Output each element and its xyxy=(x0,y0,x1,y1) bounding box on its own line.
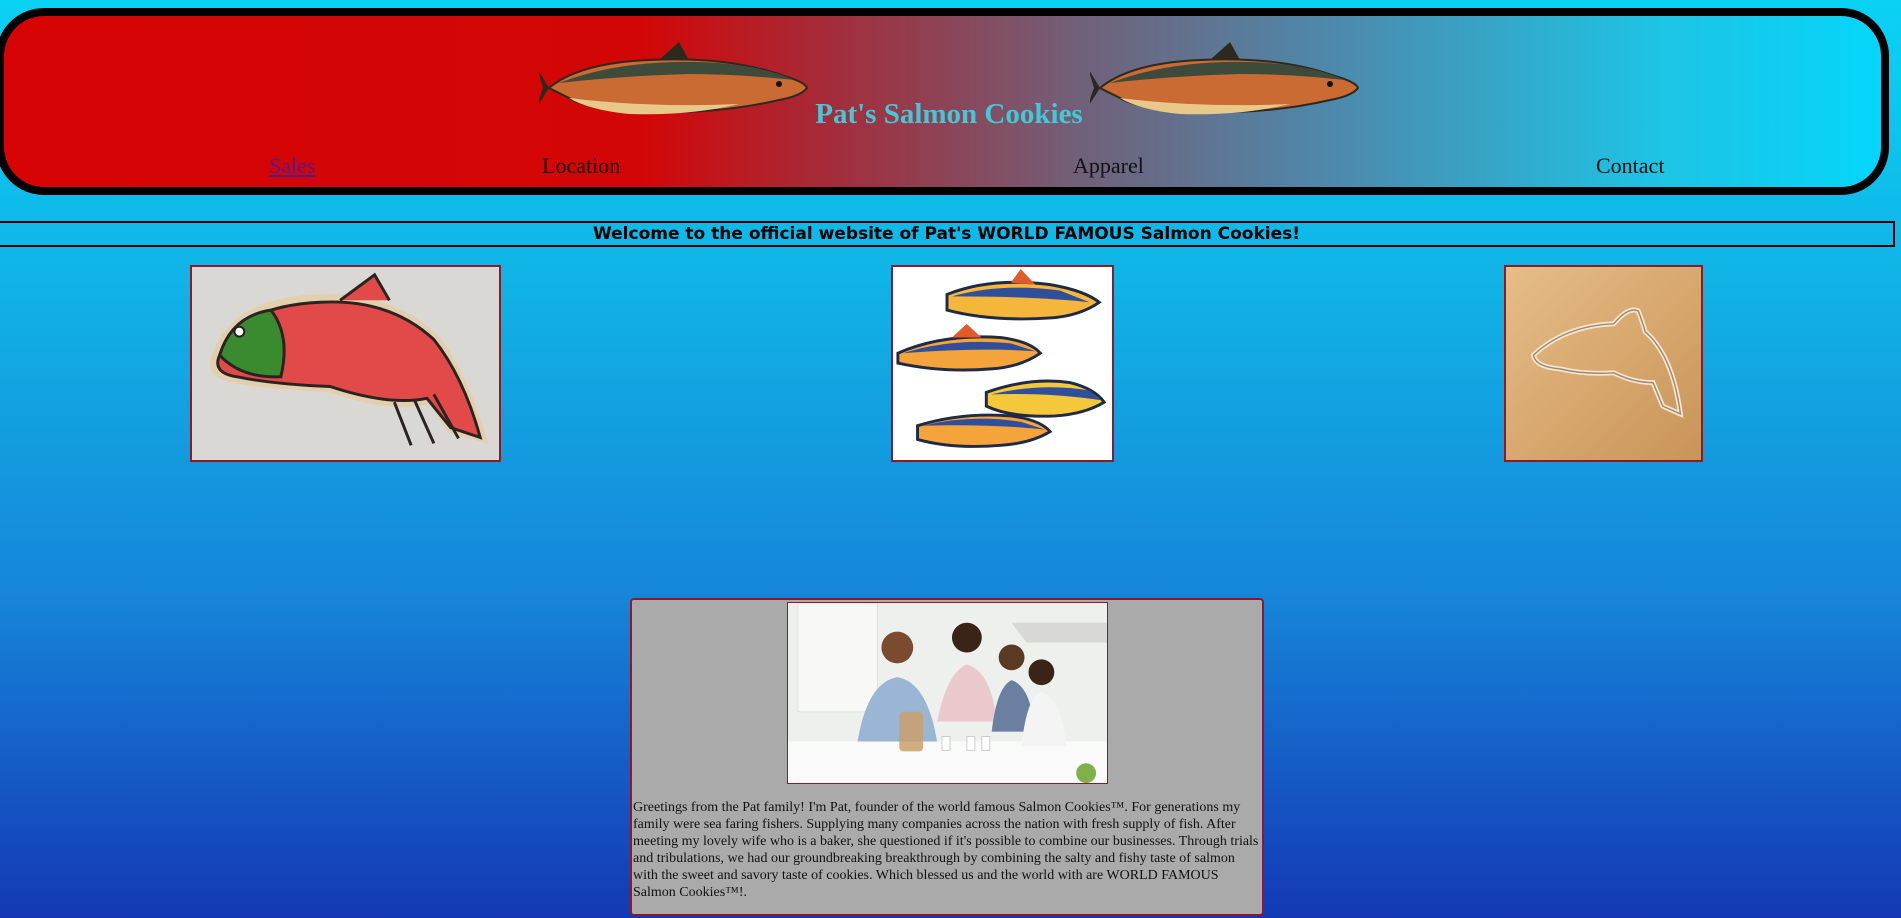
nav-link-location[interactable]: Location xyxy=(542,153,620,179)
salmon-image-left xyxy=(539,42,809,115)
nav-link-contact[interactable]: Contact xyxy=(1596,153,1664,179)
fish-cookies-image xyxy=(891,265,1114,462)
about-text: Greetings from the Pat family! I'm Pat, … xyxy=(633,800,1259,900)
salmon-image-right xyxy=(1090,42,1360,115)
family-photo xyxy=(787,602,1108,784)
salmon-cookie-image xyxy=(190,265,501,462)
site-header: Pat's Salmon Cookies Sales Location Appa… xyxy=(0,8,1889,195)
nav-link-sales[interactable]: Sales xyxy=(269,153,315,179)
salmon-cutter-image xyxy=(1504,265,1703,462)
site-title: Pat's Salmon Cookies xyxy=(815,98,1083,130)
welcome-banner: Welcome to the official website of Pat's… xyxy=(0,221,1895,247)
nav-link-apparel[interactable]: Apparel xyxy=(1073,153,1144,179)
about-section: Greetings from the Pat family! I'm Pat, … xyxy=(630,598,1264,916)
